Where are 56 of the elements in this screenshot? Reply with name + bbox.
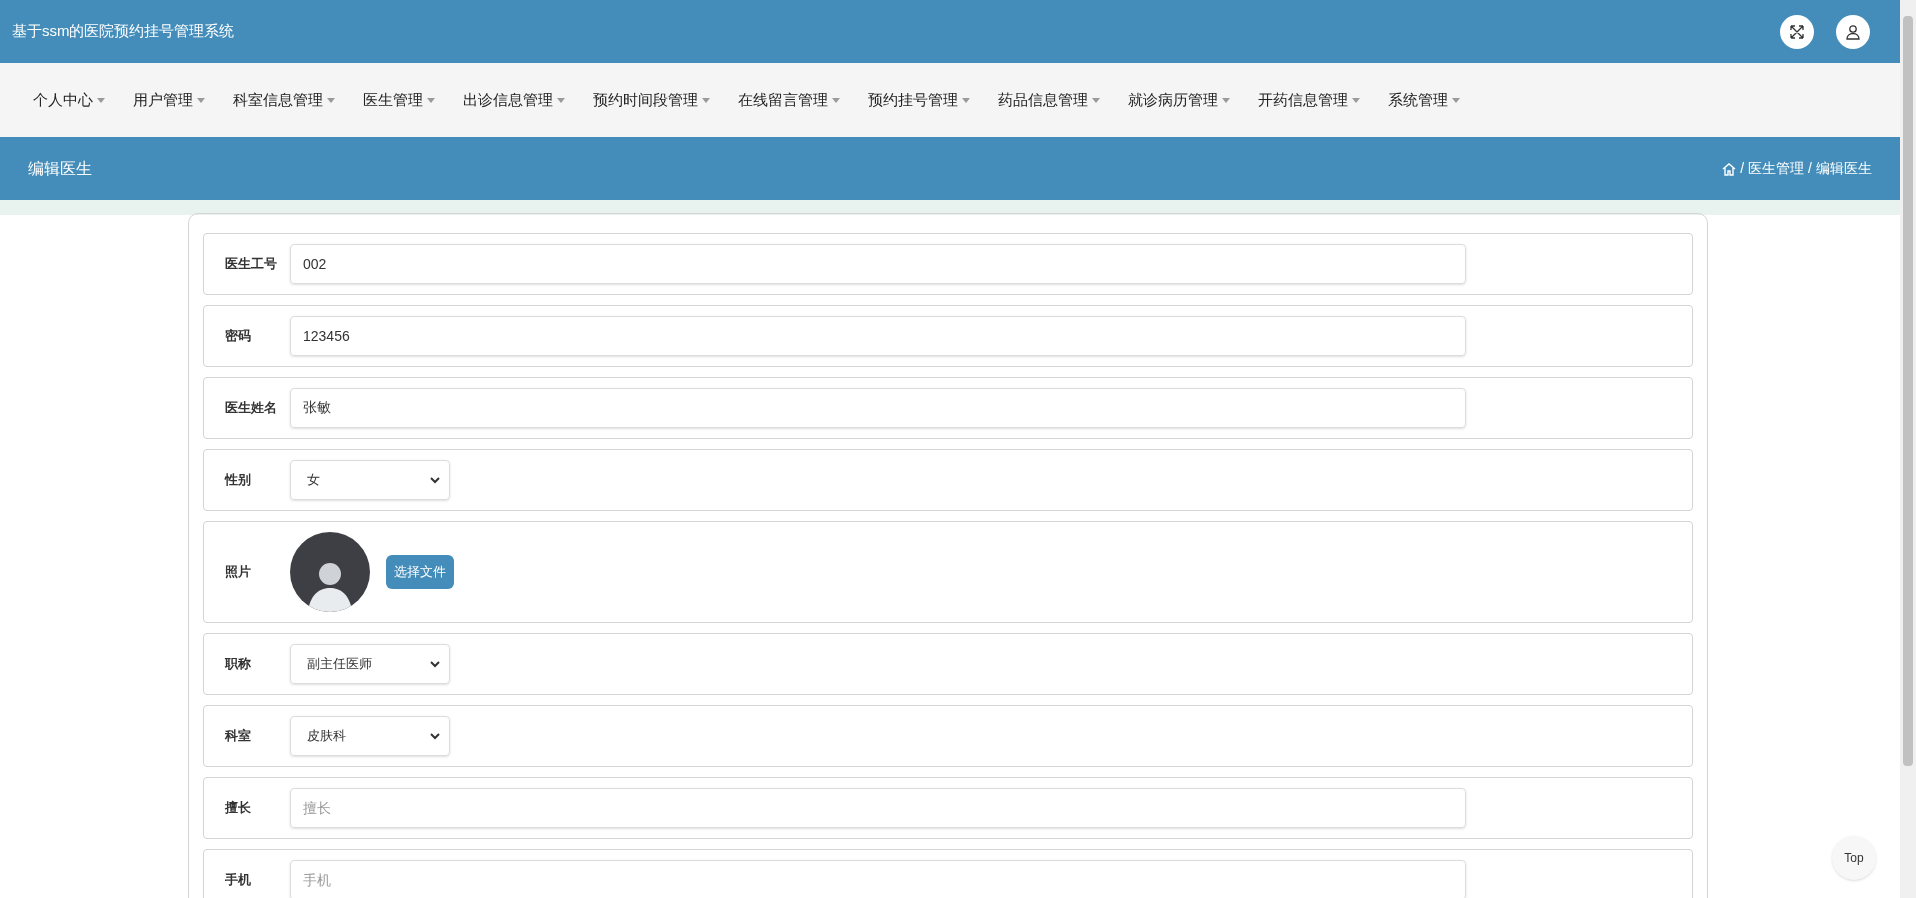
caret-icon [1352,97,1360,103]
caret-icon [962,97,970,103]
nav-menu-item[interactable]: 个人中心 [33,88,105,112]
field-label: 职称 [225,655,252,674]
field-label: 手机 [225,871,252,890]
field-label: 性别 [225,471,252,490]
nav-menu-item[interactable]: 用户管理 [133,88,205,112]
expand-arrows-icon [1789,23,1805,40]
breadcrumb-link[interactable]: 医生管理 [1748,158,1805,179]
caret-icon [197,97,205,103]
field-label: 照片 [225,563,252,582]
caret-icon [1092,97,1100,103]
input-field[interactable]: 手机 [290,860,1466,898]
input-field[interactable]: 123456 [290,316,1466,356]
caret-icon [557,97,565,103]
nav-menu-item[interactable]: 科室信息管理 [233,88,335,112]
field-label: 擅长 [225,799,252,818]
app-title: 基于ssm的医院预约挂号管理系统 [12,21,235,42]
caret-icon [1452,97,1460,103]
select-dropdown[interactable]: 副主任医师 [290,644,450,684]
nav-menu-item[interactable]: 医生管理 [363,88,435,112]
user-button[interactable] [1836,14,1870,49]
chevron-down-icon [429,730,441,742]
field-label: 科室 [225,727,252,746]
input-field[interactable]: 擅长 [290,788,1466,828]
user-icon [1845,23,1861,40]
home-icon[interactable] [1722,161,1737,176]
caret-icon [832,97,840,103]
nav-menu-item[interactable]: 系统管理 [1388,88,1460,112]
nav-menu-item[interactable]: 预约时间段管理 [593,88,710,112]
chevron-down-icon [429,658,441,670]
field-label: 密码 [225,327,252,346]
choose-file-button[interactable]: 选择文件 [386,555,454,589]
fullscreen-button[interactable] [1780,14,1814,49]
caret-icon [427,97,435,103]
select-dropdown[interactable]: 女 [290,460,450,500]
chevron-down-icon [429,474,441,486]
input-field[interactable]: 张敏 [290,388,1466,428]
input-field[interactable]: 002 [290,244,1466,284]
breadcrumb-separator: / [1740,159,1745,178]
select-dropdown[interactable]: 皮肤科 [290,716,450,756]
nav-menu-item[interactable]: 在线留言管理 [738,88,840,112]
nav-menu-item[interactable]: 就诊病历管理 [1128,88,1230,112]
breadcrumb-separator: / [1808,159,1812,178]
nav-menu-item[interactable]: 出诊信息管理 [463,88,565,112]
nav-menu-item[interactable]: 预约挂号管理 [868,88,970,112]
nav-menu-item[interactable]: 开药信息管理 [1258,88,1360,112]
nav-menu-item[interactable]: 药品信息管理 [998,88,1100,112]
page-title: 编辑医生 [28,158,92,179]
breadcrumb-link[interactable]: 编辑医生 [1816,158,1872,179]
caret-icon [327,97,335,103]
field-label: 医生工号 [225,255,278,274]
caret-icon [1222,97,1230,103]
caret-icon [702,97,710,103]
field-label: 医生姓名 [225,399,278,418]
caret-icon [97,97,105,103]
